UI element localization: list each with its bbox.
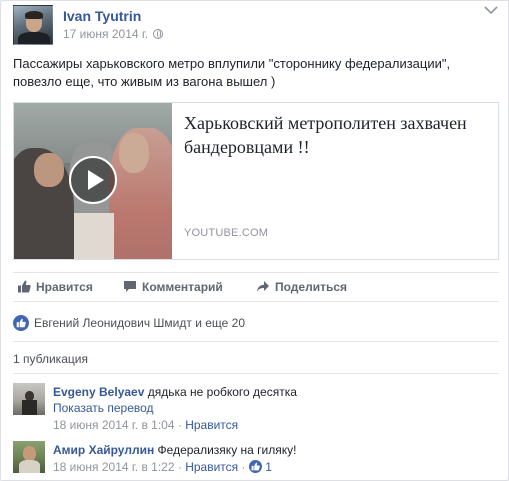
separator: · xyxy=(177,418,182,432)
comment-likes-count[interactable]: 1 xyxy=(265,460,272,474)
comment-time[interactable]: 18 июня 2014 г. в 1:22 xyxy=(53,460,175,474)
like-button-label: Нравится xyxy=(36,280,93,294)
comment-item: Evgeny Belyaev дядька не робкого десятка… xyxy=(13,383,499,433)
share-arrow-icon xyxy=(256,280,270,293)
comment-line: Амир Хайруллин Федерализяку на гиляку! xyxy=(53,443,296,457)
separator: · xyxy=(177,460,182,474)
globe-icon xyxy=(153,29,164,39)
video-thumbnail[interactable] xyxy=(14,103,172,259)
post-text: Пассажиры харьковского метро вплупили "с… xyxy=(13,56,451,89)
link-preview[interactable]: Харьковский метрополитен захвачен бандер… xyxy=(13,102,499,260)
reactions-text[interactable]: Евгений Леонидович Шмидт и еще 20 xyxy=(34,316,245,330)
comment-item: Амир Хайруллин Федерализяку на гиляку! 1… xyxy=(13,441,499,479)
thumbs-up-icon xyxy=(17,280,31,293)
author-name[interactable]: Ivan Tyutrin xyxy=(63,8,141,24)
thumbs-up-icon xyxy=(248,460,262,473)
comment-like-button[interactable]: Нравится xyxy=(185,460,238,474)
comment-text: Федерализяку на гиляку! xyxy=(157,443,297,457)
post-date[interactable]: 17 июня 2014 г. xyxy=(63,27,148,41)
post-card: Ivan Tyutrin 17 июня 2014 г. Пассажиры х… xyxy=(0,0,509,481)
separator: · xyxy=(241,460,246,474)
link-title[interactable]: Харьковский метрополитен захвачен бандер… xyxy=(184,111,484,159)
commenter-avatar[interactable] xyxy=(13,441,45,473)
speech-bubble-icon xyxy=(123,280,137,293)
comment-author[interactable]: Амир Хайруллин xyxy=(53,443,154,457)
chevron-down-icon[interactable] xyxy=(484,5,498,15)
action-bar: Нравится Комментарий Поделиться xyxy=(13,272,499,302)
shares-count[interactable]: 1 публикация xyxy=(13,352,88,366)
comment-meta: 18 июня 2014 г. в 1:04 · Нравится xyxy=(53,418,238,432)
commenter-avatar[interactable] xyxy=(13,383,45,415)
link-domain: YOUTUBE.COM xyxy=(184,227,269,239)
see-translation-link[interactable]: Показать перевод xyxy=(53,401,154,415)
reactions-summary: Евгений Леонидович Шмидт и еще 20 xyxy=(13,313,499,335)
post-meta: 17 июня 2014 г. xyxy=(63,27,164,41)
like-reaction-icon xyxy=(13,315,29,331)
play-icon[interactable] xyxy=(69,156,117,204)
author-avatar[interactable] xyxy=(13,5,53,45)
share-button-label: Поделиться xyxy=(275,280,348,294)
like-button[interactable]: Нравится xyxy=(17,280,93,294)
comment-line: Evgeny Belyaev дядька не робкого десятка xyxy=(53,385,297,399)
share-button[interactable]: Поделиться xyxy=(256,280,347,294)
comment-text: дядька не робкого десятка xyxy=(147,385,297,399)
comment-button-label: Комментарий xyxy=(142,280,223,294)
comment-like-button[interactable]: Нравится xyxy=(185,418,238,432)
comment-author[interactable]: Evgeny Belyaev xyxy=(53,385,144,399)
comment-meta: 18 июня 2014 г. в 1:22 · Нравится · 1 xyxy=(53,460,272,474)
comment-button[interactable]: Комментарий xyxy=(123,280,223,294)
comment-time[interactable]: 18 июня 2014 г. в 1:04 xyxy=(53,418,175,432)
divider xyxy=(13,341,499,342)
divider xyxy=(13,373,499,374)
